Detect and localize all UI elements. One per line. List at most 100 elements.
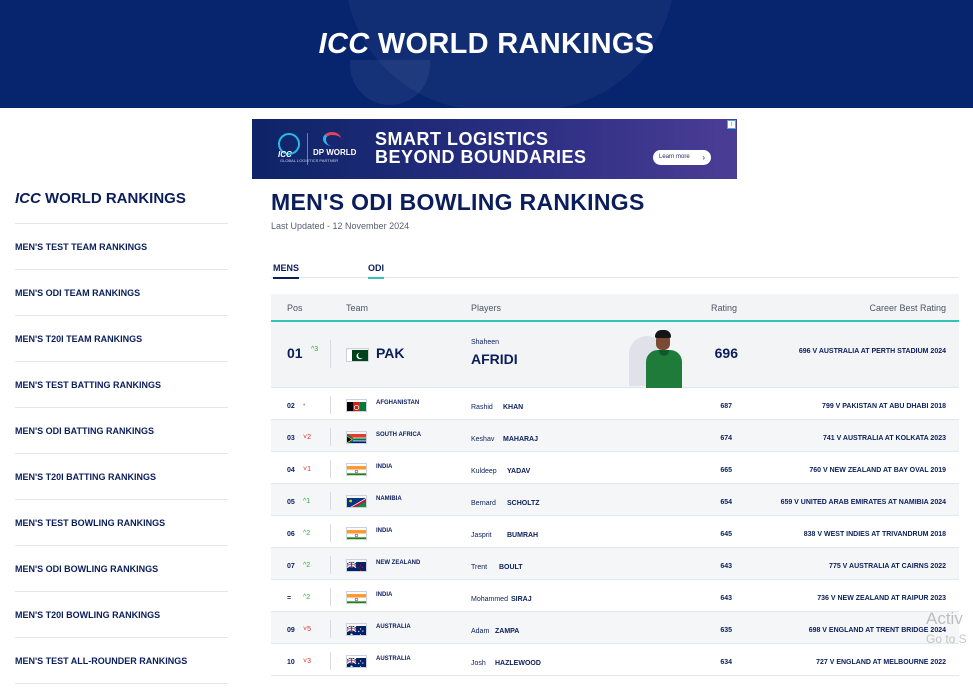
- player-last-name[interactable]: BOULT: [499, 564, 523, 571]
- filter-mens[interactable]: MENS: [273, 263, 300, 279]
- position: 02: [287, 403, 295, 410]
- dp-world-logo: DP WORLD GLOBAL LOGISTICS PARTNER: [280, 132, 356, 166]
- sidebar-item-test-team[interactable]: MEN'S TEST TEAM RANKINGS: [15, 224, 228, 270]
- player-last-name[interactable]: MAHARAJ: [503, 436, 538, 443]
- movement-down: ˅3: [303, 658, 311, 665]
- position: 07: [287, 563, 295, 570]
- table-row[interactable]: = ^2 INDIA Mohammed SIRAJ 643 736 V NEW ZEALAN…: [271, 580, 959, 612]
- position: 03: [287, 435, 295, 442]
- table-row[interactable]: 04 ˅1 INDIA Kuldeep YADAV 665 760 V NEW ZEALAN…: [271, 452, 959, 484]
- filter-odi[interactable]: ODI: [368, 263, 385, 279]
- player-last-name[interactable]: ZAMPA: [495, 628, 519, 635]
- movement-up: ^2: [303, 594, 311, 601]
- position: 05: [287, 499, 295, 506]
- position: 06: [287, 531, 295, 538]
- sidebar-item-odi-bowling[interactable]: MEN'S ODI BOWLING RANKINGS: [15, 546, 228, 592]
- afghanistan-flag-icon: [346, 399, 367, 412]
- team-name: INDIA: [376, 528, 393, 534]
- table-row[interactable]: 10 ˅3 AUSTRALIA Josh HAZLEWOOD 634 727 V ENGLA…: [271, 644, 959, 676]
- sidebar-item-test-all-rounder[interactable]: MEN'S TEST ALL-ROUNDER RANKINGS: [15, 638, 228, 684]
- ad-banner[interactable]: ICC DP WORLD GLOBAL LOGISTICS PARTNER SM…: [252, 119, 737, 179]
- player-first-name: Bernard: [471, 500, 496, 507]
- career-best: 696 V AUSTRALIA AT PERTH STADIUM 2024: [798, 348, 946, 355]
- player-last-name[interactable]: YADAV: [507, 468, 530, 475]
- table-row[interactable]: 07 ^2 NEW ZEALAND Trent BOULT 643 775 V AUSTRA…: [271, 548, 959, 580]
- player-last-name[interactable]: KHAN: [503, 404, 523, 411]
- sidebar-item-odi-batting[interactable]: MEN'S ODI BATTING RANKINGS: [15, 408, 228, 454]
- career-best: 741 V AUSTRALIA AT KOLKATA 2023: [822, 435, 946, 442]
- divider: [330, 340, 331, 368]
- sidebar: ICC WORLD RANKINGS MEN'S TEST TEAM RANKI…: [15, 190, 228, 684]
- sidebar-item-t20i-batting[interactable]: MEN'S T20I BATTING RANKINGS: [15, 454, 228, 500]
- movement-up: ^1: [303, 498, 311, 505]
- movement-up: ^2: [303, 530, 311, 537]
- sidebar-item-test-bowling[interactable]: MEN'S TEST BOWLING RANKINGS: [15, 500, 228, 546]
- divider: [330, 492, 331, 510]
- new-zealand-flag-icon: [346, 559, 367, 572]
- rating: 654: [720, 499, 732, 506]
- table-row[interactable]: 06 ^2 INDIA Jasprit BUMRAH 645 838 V WEST INDI…: [271, 516, 959, 548]
- movement-up: ^2: [303, 562, 311, 569]
- windows-activation-watermark-sub: Go to S: [926, 632, 967, 646]
- position: 04: [287, 467, 295, 474]
- position: 01: [287, 345, 303, 361]
- player-first-name: Mohammed: [471, 596, 508, 603]
- rating: 687: [720, 403, 732, 410]
- column-header-rating: Rating: [711, 303, 738, 313]
- player-first-name: Trent: [471, 564, 488, 571]
- divider: [330, 588, 331, 606]
- team-name: AFGHANISTAN: [376, 400, 420, 406]
- banner-decoration-small: [350, 60, 430, 105]
- rating: 635: [720, 627, 732, 634]
- player-first-name: Keshav: [471, 436, 495, 443]
- ad-info-icon[interactable]: i: [727, 120, 736, 129]
- table-row[interactable]: 05 ^1 NAMIBIA Bernard SCHOLTZ 654 659 V UNITED…: [271, 484, 959, 516]
- column-header-pos: Pos: [287, 303, 303, 313]
- player-last-name[interactable]: SCHOLTZ: [507, 500, 540, 507]
- player-last-name[interactable]: BUMRAH: [507, 532, 538, 539]
- table-row[interactable]: 03 ˅2 SOUTH AFRICA Keshav MAHARAJ 674 741 V AU…: [271, 420, 959, 452]
- rating: 696: [714, 345, 738, 361]
- team-name: NEW ZEALAND: [376, 560, 421, 566]
- divider: [330, 396, 331, 414]
- player-first-name: Jasprit: [471, 532, 492, 539]
- rating: 665: [720, 467, 732, 474]
- table-row-top[interactable]: 01 ^3 PAK Shaheen AFRIDI 696 696 V AUSTR…: [271, 322, 959, 388]
- position: 09: [287, 627, 295, 634]
- rating: 643: [720, 595, 732, 602]
- career-best: 736 V NEW ZEALAND AT RAIPUR 2023: [817, 595, 946, 602]
- movement-none: •: [303, 402, 305, 409]
- page-header-title: ICC WORLD RANKINGS: [318, 28, 655, 60]
- rating: 645: [720, 531, 732, 538]
- divider: [330, 524, 331, 542]
- divider: [330, 556, 331, 574]
- sidebar-item-odi-team[interactable]: MEN'S ODI TEAM RANKINGS: [15, 270, 228, 316]
- divider: [330, 460, 331, 478]
- sidebar-title: ICC WORLD RANKINGS: [15, 190, 228, 224]
- ad-learn-more-button[interactable]: Learn more ›: [653, 150, 711, 165]
- player-last-name[interactable]: HAZLEWOOD: [495, 660, 541, 667]
- sidebar-item-t20i-team[interactable]: MEN'S T20I TEAM RANKINGS: [15, 316, 228, 362]
- rating: 634: [720, 659, 732, 666]
- india-flag-icon: [346, 527, 367, 540]
- table-row[interactable]: 02 • AFGHANISTAN Rashid KHAN 687 799 V PAKISTA…: [271, 388, 959, 420]
- player-last-name[interactable]: AFRIDI: [471, 351, 518, 367]
- divider: [330, 652, 331, 670]
- team-name: SOUTH AFRICA: [376, 432, 422, 438]
- rankings-table: Pos Team Players Rating Career Best Rati…: [271, 294, 959, 676]
- team-name: NAMIBIA: [376, 496, 402, 502]
- sidebar-item-t20i-bowling[interactable]: MEN'S T20I BOWLING RANKINGS: [15, 592, 228, 638]
- arrow-none-icon: •: [303, 402, 306, 409]
- filter-tabs: MENS ODI: [271, 261, 959, 279]
- player-last-name[interactable]: SIRAJ: [511, 596, 532, 603]
- rankings-main: MEN'S ODI BOWLING RANKINGS Last Updated …: [271, 189, 959, 676]
- sidebar-item-test-batting[interactable]: MEN'S TEST BATTING RANKINGS: [15, 362, 228, 408]
- player-first-name: Rashid: [471, 404, 493, 411]
- career-best: 799 V PAKISTAN AT ABU DHABI 2018: [822, 403, 946, 410]
- player-photo: [629, 328, 685, 388]
- india-flag-icon: [346, 463, 367, 476]
- column-header-team: Team: [346, 303, 369, 313]
- table-row[interactable]: 09 ˅5 AUSTRALIA Adam ZAMPA 635 698 V ENGLAND A…: [271, 612, 959, 644]
- page-title: MEN'S ODI BOWLING RANKINGS: [271, 189, 645, 215]
- movement-down: ˅2: [303, 434, 311, 441]
